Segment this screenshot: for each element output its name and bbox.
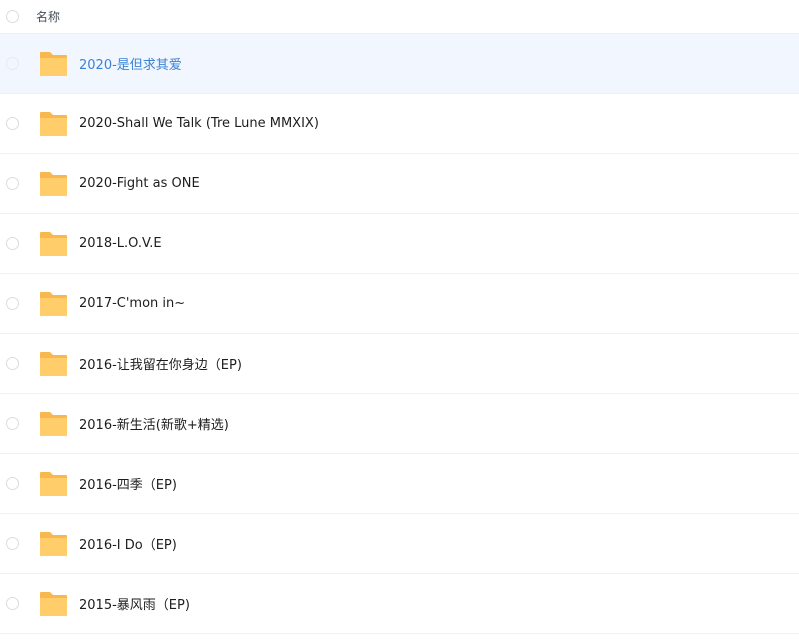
folder-name[interactable]: 2020-Shall We Talk (Tre Lune MMXIX) [79,116,319,131]
folder-icon [39,471,68,497]
row-checkbox[interactable] [6,357,19,370]
folder-name[interactable]: 2020-是但求其爱 [79,54,182,73]
folder-icon [39,591,68,617]
row-checkbox[interactable] [6,297,19,310]
folder-name[interactable]: 2016-让我留在你身边（EP) [79,354,242,373]
folder-icon [39,231,68,257]
folder-name[interactable]: 2016-新生活(新歌+精选) [79,414,229,433]
column-header-name[interactable]: 名称 [36,8,60,25]
row-checkbox[interactable] [6,57,19,70]
folder-icon [39,531,68,557]
folder-name[interactable]: 2016-四季（EP) [79,474,177,493]
select-all-checkbox[interactable] [6,10,19,23]
folder-row[interactable]: 2020-是但求其爱 [0,34,799,94]
folder-icon [39,171,68,197]
row-checkbox[interactable] [6,177,19,190]
folder-icon [39,351,68,377]
folder-name[interactable]: 2020-Fight as ONE [79,176,200,191]
row-checkbox[interactable] [6,597,19,610]
folder-row[interactable]: 2020-Shall We Talk (Tre Lune MMXIX) [0,94,799,154]
row-checkbox[interactable] [6,477,19,490]
row-checkbox[interactable] [6,237,19,250]
folder-icon [39,291,68,317]
folder-row[interactable]: 2015-暴风雨（EP) [0,574,799,634]
folder-icon [39,111,68,137]
row-checkbox[interactable] [6,537,19,550]
folder-name[interactable]: 2015-暴风雨（EP) [79,594,190,613]
row-checkbox[interactable] [6,117,19,130]
folder-name[interactable]: 2018-L.O.V.E [79,236,162,251]
folder-name[interactable]: 2016-I Do（EP) [79,534,177,553]
file-list: 名称 2020-是但求其爱 2020-Shall We Talk (Tre Lu… [0,0,799,634]
folder-row[interactable]: 2016-四季（EP) [0,454,799,514]
folder-row[interactable]: 2016-新生活(新歌+精选) [0,394,799,454]
folder-row[interactable]: 2016-让我留在你身边（EP) [0,334,799,394]
row-checkbox[interactable] [6,417,19,430]
folder-row[interactable]: 2016-I Do（EP) [0,514,799,574]
list-header: 名称 [0,0,799,34]
folder-name[interactable]: 2017-C'mon in~ [79,296,185,311]
folder-icon [39,51,68,77]
folder-row[interactable]: 2017-C'mon in~ [0,274,799,334]
folder-row[interactable]: 2020-Fight as ONE [0,154,799,214]
folder-icon [39,411,68,437]
folder-row[interactable]: 2018-L.O.V.E [0,214,799,274]
